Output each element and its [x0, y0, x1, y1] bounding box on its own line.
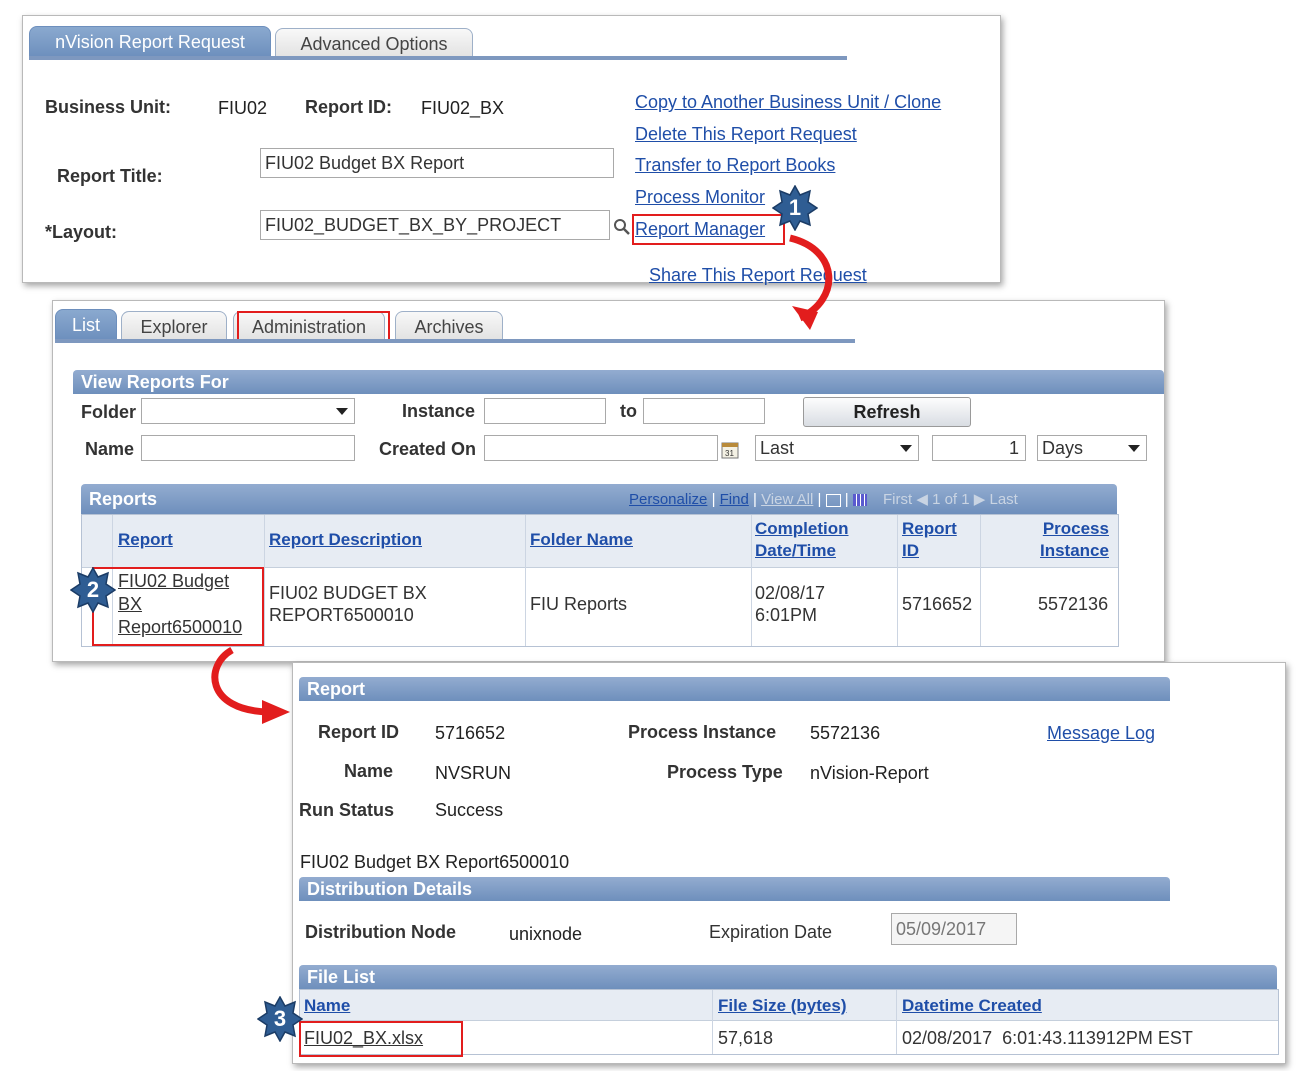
- arrow-2-path: [211, 646, 269, 716]
- step-number-3: 3: [273, 1006, 287, 1031]
- flow-arrows: [211, 234, 833, 724]
- step-number-1: 1: [788, 195, 802, 220]
- step-badge-3: 3: [256, 995, 304, 1043]
- step-badge-1: 1: [771, 184, 819, 232]
- arrow-1-path: [789, 234, 833, 322]
- step-badge-2: 2: [69, 566, 117, 614]
- arrow-2-head: [262, 700, 290, 724]
- step-number-2: 2: [86, 577, 100, 602]
